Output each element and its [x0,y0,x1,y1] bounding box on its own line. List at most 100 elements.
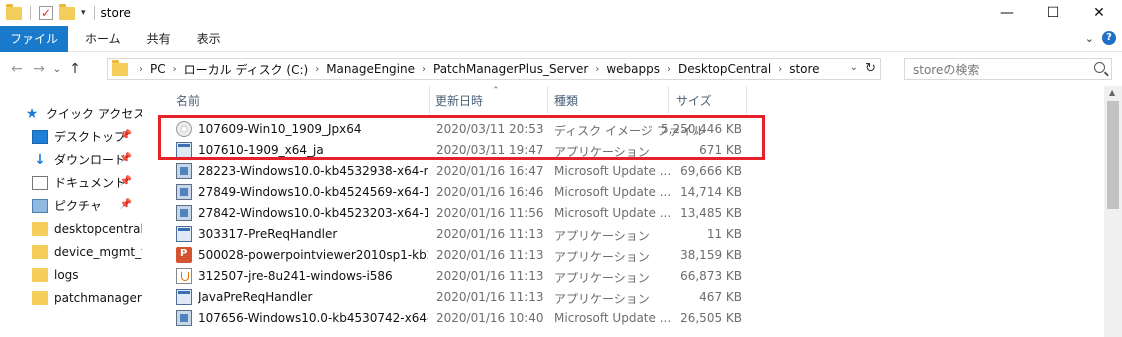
file-size: 26,505 KB [680,311,742,325]
breadcrumb-separator[interactable]: › [173,64,177,75]
nav-item-patchmanagerplus[interactable]: patchmanagerpl [0,286,152,309]
nav-item-label: device_mgmt_fra [54,244,152,259]
column-header-date[interactable]: 更新日時 [435,92,483,109]
breadcrumb-local-disk[interactable]: ローカル ディスク (C:) [184,61,309,78]
powerpoint-icon [176,247,192,263]
nav-item-label: デスクトップ [54,130,127,144]
back-button[interactable]: ← [6,58,28,80]
toolbar-divider [93,6,95,20]
column-header-type[interactable]: 種類 [554,92,578,109]
breadcrumb-separator[interactable]: › [315,64,319,75]
folder-icon [112,59,128,76]
window-controls: — ☐ ✕ [984,0,1122,26]
breadcrumb-manageengine[interactable]: ManageEngine [326,62,415,76]
file-list-scrollbar[interactable]: ▲ [1104,86,1122,337]
column-header-name[interactable]: 名前 [176,92,200,109]
tab-share[interactable]: 共有 [134,26,184,52]
tab-view[interactable]: 表示 [184,26,234,52]
breadcrumb-separator[interactable]: › [778,64,782,75]
file-list: 名前 更新日時 ⌃ 種類 サイズ 107609-Win10_1909_Jpx64… [152,86,1104,337]
pin-icon[interactable]: 📌 [120,153,132,164]
maximize-button[interactable]: ☐ [1030,0,1076,26]
file-type: アプリケーション [554,271,650,285]
nav-pane-scrollbar[interactable] [142,86,152,337]
file-type: アプリケーション [554,145,650,159]
file-row[interactable]: 107656-Windows10.0-kb4530742-x64-nd... 2… [152,308,1104,329]
column-header-size[interactable]: サイズ [676,92,712,109]
pin-icon[interactable]: 📌 [120,199,132,210]
nav-item-desktopcentral[interactable]: desktopcentral [0,217,152,240]
minimize-button[interactable]: — [984,0,1030,26]
pin-icon[interactable]: 📌 [120,176,132,187]
column-divider[interactable] [547,86,548,114]
folder-icon [6,3,22,20]
help-icon[interactable]: ? [1102,31,1116,45]
pin-icon[interactable]: 📌 [120,130,132,141]
customize-toolbar-dropdown[interactable]: ▾ [81,8,86,18]
address-dropdown-icon[interactable]: ⌄ [850,62,858,73]
search-input[interactable]: storeの検索 [904,58,1112,80]
tab-home[interactable]: ホーム [72,26,134,52]
properties-icon[interactable]: ✓ [39,6,53,20]
breadcrumb-separator[interactable]: › [595,64,599,75]
folder-icon [32,221,48,236]
nav-item-logs[interactable]: logs [0,263,152,286]
forward-button[interactable]: → [28,58,50,80]
nav-item-quick-access[interactable]: ★ クイック アクセス [0,102,152,125]
file-row[interactable]: 27849-Windows10.0-kb4524569-x64-1903 202… [152,182,1104,203]
file-row[interactable]: 28223-Windows10.0-kb4532938-x64-ndp... 2… [152,161,1104,182]
nav-item-label: patchmanagerpl [54,290,152,305]
file-size: 5,250,446 KB [661,122,742,136]
column-divider[interactable] [668,86,669,114]
file-date: 2020/01/16 11:13 [436,227,544,241]
breadcrumb-webapps[interactable]: webapps [606,62,660,76]
refresh-icon[interactable]: ↻ [865,61,876,76]
new-folder-icon[interactable] [59,3,75,20]
application-icon [176,289,192,305]
quick-access-toolbar: ✓ ▾ [0,3,97,20]
file-date: 2020/01/16 10:40 [436,311,544,325]
recent-locations-button[interactable]: ⌄ [50,58,64,80]
nav-item-desktop[interactable]: デスクトップ 📌 [0,125,152,148]
tab-file[interactable]: ファイル [0,25,69,52]
update-package-icon [176,205,192,221]
up-button[interactable]: ↑ [64,58,86,80]
scroll-up-icon[interactable]: ▲ [1109,88,1115,97]
file-name: 312507-jre-8u241-windows-i586 [198,269,393,283]
file-row[interactable]: 303317-PreReqHandler 2020/01/16 11:13 アプ… [152,224,1104,245]
column-divider[interactable] [746,86,747,114]
breadcrumb-patchmanagerplus-server[interactable]: PatchManagerPlus_Server [433,62,588,76]
address-bar[interactable]: › PC › ローカル ディスク (C:) › ManageEngine › P… [107,58,881,80]
file-row[interactable]: 27842-Windows10.0-kb4523203-x64-1803 202… [152,203,1104,224]
file-row[interactable]: 107610-1909_x64_ja 2020/03/11 19:47 アプリケ… [152,140,1104,161]
folder-icon [32,244,48,259]
documents-icon [32,175,48,190]
scrollbar-thumb[interactable] [1107,101,1119,209]
nav-item-documents[interactable]: ドキュメント 📌 [0,171,152,194]
file-row[interactable]: JavaPreReqHandler 2020/01/16 11:13 アプリケー… [152,287,1104,308]
breadcrumb-store[interactable]: store [789,62,819,76]
column-divider[interactable] [429,86,430,114]
file-name: 107656-Windows10.0-kb4530742-x64-nd... [198,311,428,325]
window-title: store [100,6,131,20]
breadcrumb-separator[interactable]: › [422,64,426,75]
nav-item-pictures[interactable]: ピクチャ 📌 [0,194,152,217]
nav-item-device-mgmt[interactable]: device_mgmt_fra [0,240,152,263]
file-date: 2020/03/11 20:53 [436,122,544,136]
expand-ribbon-icon[interactable]: ⌄ [1085,32,1094,45]
breadcrumb-desktopcentral[interactable]: DesktopCentral [678,62,771,76]
java-icon [176,268,192,284]
nav-item-downloads[interactable]: ↓ ダウンロード 📌 [0,148,152,171]
file-row[interactable]: 312507-jre-8u241-windows-i586 2020/01/16… [152,266,1104,287]
breadcrumb-pc[interactable]: PC [150,62,166,76]
breadcrumb-separator[interactable]: › [667,64,671,75]
breadcrumb-separator[interactable]: › [139,64,143,75]
application-icon [176,226,192,242]
desktop-icon [32,129,48,144]
file-row[interactable]: 500028-powerpointviewer2010sp1-kb246... … [152,245,1104,266]
file-date: 2020/01/16 16:46 [436,185,544,199]
update-package-icon [176,163,192,179]
close-button[interactable]: ✕ [1076,0,1122,26]
title-bar: ✓ ▾ store — ☐ ✕ [0,0,1122,26]
file-row[interactable]: 107609-Win10_1909_Jpx64 2020/03/11 20:53… [152,119,1104,140]
